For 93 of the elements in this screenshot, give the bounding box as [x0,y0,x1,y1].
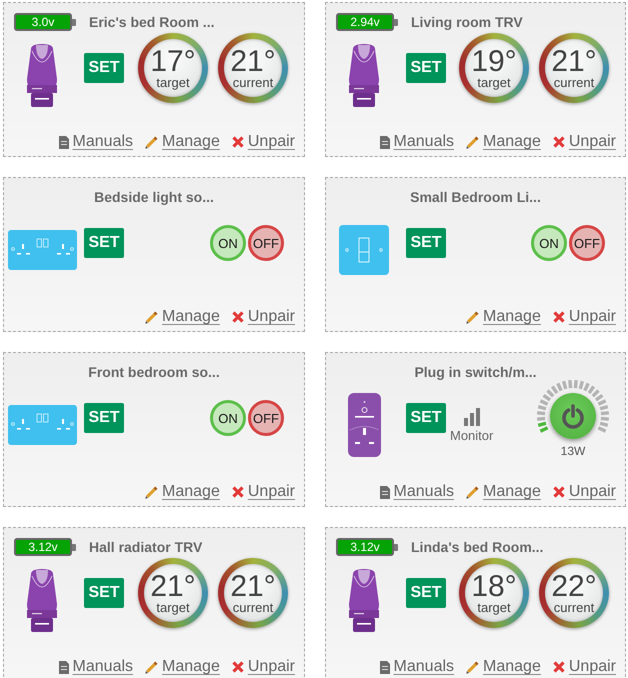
cross-icon [232,486,244,498]
cross-icon [552,136,565,148]
pencil-icon [145,310,158,324]
cross-icon [552,311,565,323]
temperature-value: 21° [150,572,196,601]
manuals-link[interactable]: Manuals [380,658,454,676]
cross-icon [232,136,244,148]
document-icon [380,136,390,148]
device-title: Linda's bed Room... [411,539,544,555]
set-button[interactable]: SET [84,53,124,83]
temperature-value: 21° [230,572,276,601]
cross-icon [232,311,244,323]
manage-link[interactable]: Manage [466,483,541,501]
set-button[interactable]: SET [406,403,446,433]
manage-link[interactable]: Manage [145,658,220,676]
document-icon [58,660,69,674]
battery-indicator: 3.0v [14,13,76,31]
set-button[interactable]: SET [84,578,124,608]
unpair-link[interactable]: Unpair [552,308,616,326]
manuals-link[interactable]: Manuals [380,483,454,501]
manage-link[interactable]: Manage [466,308,541,326]
manage-link[interactable]: Manage [466,658,541,676]
monitor-button[interactable]: Monitor [450,408,494,442]
manuals-link[interactable]: Manuals [58,658,134,676]
unpair-link[interactable]: Unpair [232,133,295,151]
set-button[interactable]: SET [406,228,446,258]
set-button[interactable]: SET [84,228,124,258]
off-button[interactable]: OFF [248,400,284,436]
cross-icon [552,486,565,498]
document-icon [380,486,390,498]
dial-label: current [232,601,274,614]
cross-icon [232,661,244,673]
unpair-link[interactable]: Unpair [232,483,295,501]
signal-bars-icon [464,408,480,426]
device-title: Small Bedroom Li... [410,189,541,205]
power-reading: 13W [560,444,586,458]
manage-link[interactable]: Manage [145,483,220,501]
unpair-link[interactable]: Unpair [552,133,616,151]
pencil-icon [145,136,158,148]
unpair-link[interactable]: Unpair [232,658,295,676]
dial-label: current [554,601,594,614]
manage-link[interactable]: Manage [466,133,541,151]
temperature-value: 22° [551,572,597,601]
device-title: Front bedroom so... [88,364,220,380]
light-switch-icon [339,225,389,275]
unpair-link[interactable]: Unpair [552,658,616,676]
set-button[interactable]: SET [406,578,446,608]
document-icon [380,660,390,674]
pencil-icon [466,310,480,324]
wall-socket-icon [8,405,76,445]
on-button[interactable]: ON [531,225,567,261]
pencil-icon [145,486,158,498]
dial-label: target [156,76,190,89]
device-title: Living room TRV [411,14,523,30]
off-button[interactable]: OFF [569,225,605,261]
dial-label: target [477,76,511,89]
power-button[interactable] [550,393,596,439]
unpair-link[interactable]: Unpair [232,308,295,326]
power-icon [560,403,586,429]
pencil-icon [466,136,480,148]
on-button[interactable]: ON [210,400,246,436]
set-button[interactable]: SET [84,403,124,433]
device-title: Bedside light so... [94,189,214,205]
manage-link[interactable]: Manage [145,133,220,151]
battery-indicator: 3.12v [336,538,398,556]
document-icon [58,136,69,148]
pencil-icon [466,660,480,674]
device-title: Plug in switch/m... [414,364,537,380]
manuals-link[interactable]: Manuals [380,133,454,151]
pencil-icon [145,660,158,674]
temperature-value: 17° [150,47,196,76]
dial-label: current [554,76,594,89]
manage-link[interactable]: Manage [145,308,220,326]
device-title: Hall radiator TRV [89,539,202,555]
temperature-value: 19° [471,47,517,76]
set-button[interactable]: SET [406,53,446,83]
battery-indicator: 3.12v [14,538,76,556]
on-button[interactable]: ON [210,225,246,261]
wall-socket-icon [8,230,76,270]
temperature-value: 21° [230,47,276,76]
unpair-link[interactable]: Unpair [552,483,616,501]
pencil-icon [466,486,480,498]
temperature-value: 18° [471,572,517,601]
battery-indicator: 2.94v [336,13,398,31]
dial-label: current [232,76,274,89]
off-button[interactable]: OFF [248,225,284,261]
device-title: Eric's bed Room ... [89,14,214,30]
plug-adapter-icon [348,393,380,457]
dial-label: target [477,601,511,614]
manuals-link[interactable]: Manuals [58,133,134,151]
dial-label: target [156,601,190,614]
cross-icon [552,661,565,673]
temperature-value: 21° [551,47,597,76]
